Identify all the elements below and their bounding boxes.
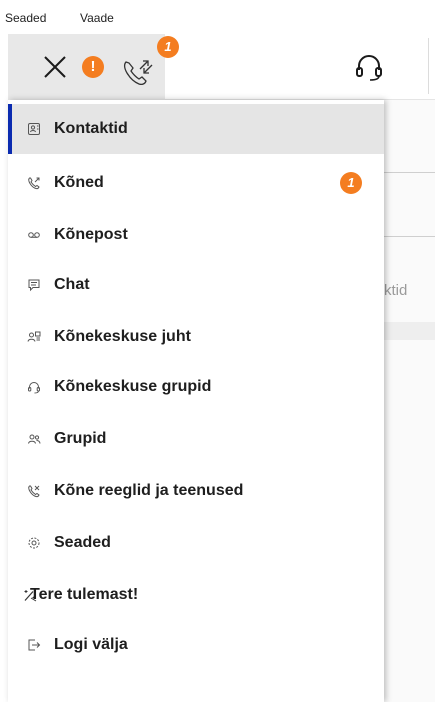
close-icon[interactable]: [42, 54, 68, 80]
divider-line: [384, 172, 435, 173]
call-rules-icon: [26, 483, 42, 499]
divider-line: [384, 236, 435, 237]
menu-item-grupid[interactable]: Grupid: [8, 414, 384, 464]
menu-item-label: Kõned: [54, 174, 104, 191]
menu-item-label: Seaded: [54, 534, 111, 551]
menu-item-label: Kõnekeskuse juht: [54, 328, 191, 345]
headset-icon: [26, 379, 42, 395]
menu-item-label: Kontaktid: [54, 120, 128, 137]
menu-item-kontaktid[interactable]: Kontaktid: [8, 104, 384, 154]
toolbar-divider: [428, 38, 429, 94]
menu-item-kone-reeglid[interactable]: Kõne reeglid ja teenused: [8, 466, 384, 516]
call-count-badge: 1: [157, 36, 179, 58]
menu-item-chat[interactable]: Chat: [8, 260, 384, 310]
menu-item-label: Kõne reeglid ja teenused: [54, 482, 244, 499]
call-transfer-icon[interactable]: [121, 54, 155, 88]
group-icon: [26, 431, 42, 447]
voicemail-icon: [26, 227, 42, 243]
menu-item-tere-tulemast[interactable]: Tere tulemast!: [8, 570, 384, 620]
warning-badge: !: [82, 56, 104, 78]
headset-icon[interactable]: [355, 52, 383, 82]
background-content: ktid: [384, 100, 435, 702]
manager-icon: [26, 329, 42, 345]
menu-item-logi-valja[interactable]: Logi välja: [8, 620, 384, 670]
menu-item-koned[interactable]: Kõned 1: [8, 158, 384, 208]
menu-seaded[interactable]: Seaded: [5, 11, 46, 25]
phone-icon: [26, 175, 42, 191]
menu-item-label: Kõnekeskuse grupid: [54, 378, 212, 395]
menu-item-label: Grupid: [54, 430, 107, 447]
menu-item-label: Logi välja: [54, 636, 128, 653]
toolbar: ! 1: [8, 34, 435, 100]
toolbar-right-panel: [165, 34, 435, 100]
menu-item-label: Chat: [54, 276, 90, 293]
menu-item-konekeskuse-juht[interactable]: Kõnekeskuse juht: [8, 312, 384, 362]
background-bar: [384, 322, 435, 340]
chat-icon: [26, 277, 42, 293]
navigation-menu: Kontaktid Kõned 1 Kõnepost Chat Kõnekesk…: [8, 100, 384, 702]
menu-vaade[interactable]: Vaade: [80, 11, 114, 25]
menubar: Seaded Vaade: [0, 0, 435, 34]
menu-item-konekeskuse-grupid[interactable]: Kõnekeskuse grupid: [8, 362, 384, 412]
logout-icon: [26, 637, 42, 653]
background-text: ktid: [384, 282, 408, 299]
calls-count-badge: 1: [340, 172, 362, 194]
contact-card-icon: [26, 121, 42, 137]
menu-item-seaded[interactable]: Seaded: [8, 518, 384, 568]
gear-icon: [26, 535, 42, 551]
menu-item-label: Tere tulemast!: [30, 586, 139, 603]
menu-item-label: Kõnepost: [54, 226, 128, 243]
menu-item-konepost[interactable]: Kõnepost: [8, 210, 384, 260]
